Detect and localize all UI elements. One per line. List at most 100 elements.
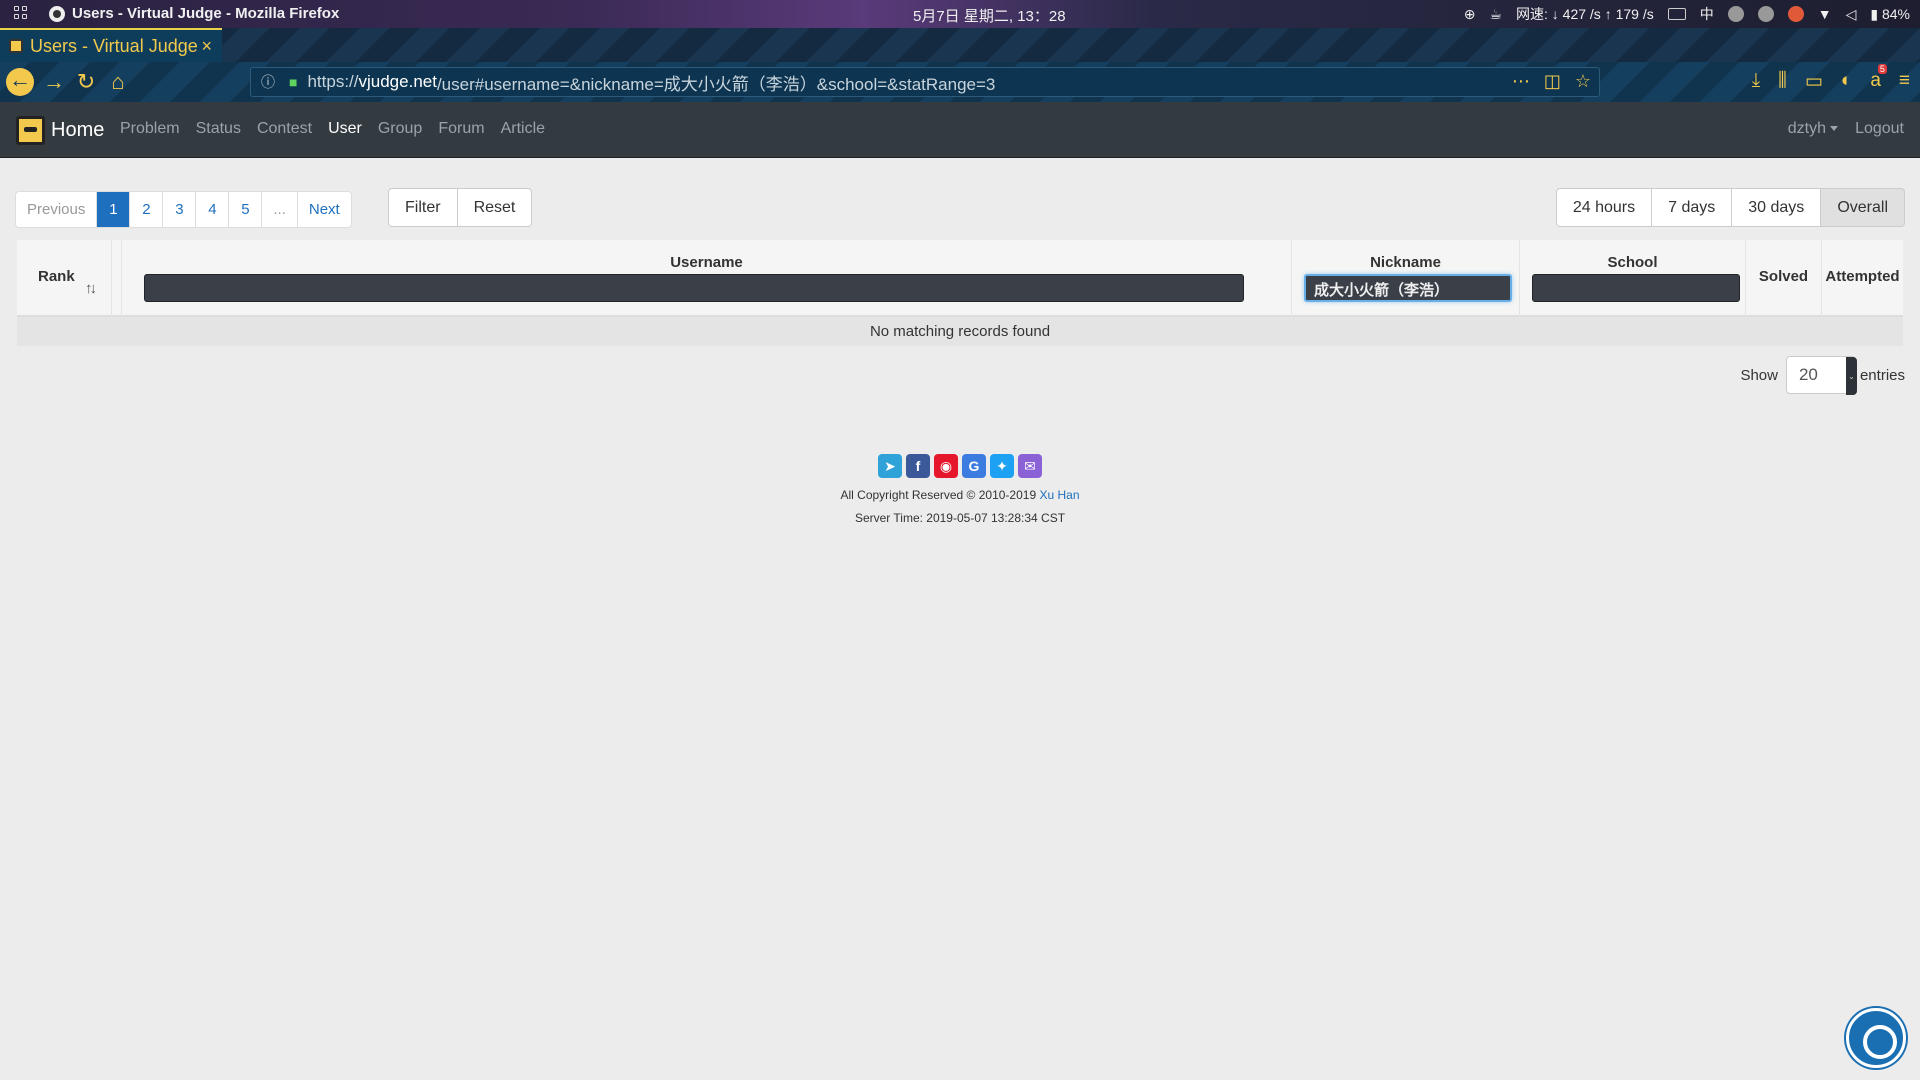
home-icon[interactable]: ⌂	[106, 70, 130, 94]
minimize-icon[interactable]	[1727, 6, 1744, 22]
username-filter-input[interactable]	[144, 274, 1244, 302]
page-1-button[interactable]: 1	[97, 192, 131, 227]
email-icon[interactable]: ✉	[1018, 454, 1042, 478]
url-bar[interactable]: ⓘ ■ https://vjudge.net/user#username=&ni…	[250, 67, 1600, 97]
sidebar-icon[interactable]: ▭	[1805, 70, 1823, 93]
menu-item-article[interactable]: Article	[501, 120, 545, 138]
page-size-value: 20	[1798, 365, 1818, 384]
tab-title: Users - Virtual Judge	[30, 35, 198, 56]
close-tab-icon[interactable]: ×	[201, 36, 212, 57]
vjudge-favicon-icon	[9, 39, 23, 53]
reload-icon[interactable]: ↻	[74, 70, 98, 94]
menu-icon[interactable]: ≡	[1899, 70, 1910, 93]
solved-column-header[interactable]: Solved	[1746, 240, 1822, 317]
school-filter-input[interactable]	[1532, 274, 1740, 302]
copyright: All Copyright Reserved © 2010-2019 Xu Ha…	[0, 488, 1920, 502]
copyright-text: All Copyright Reserved © 2010-2019	[840, 488, 1037, 502]
page-size-select[interactable]: 20 ⌄	[1785, 356, 1857, 395]
username-label: dztyh	[1787, 120, 1826, 137]
firefox-icon	[49, 6, 65, 22]
battery-status[interactable]: ▮ 84%	[1870, 6, 1910, 23]
sort-icon[interactable]: ↑↓	[85, 280, 97, 297]
author-link[interactable]: Xu Han	[1039, 488, 1079, 502]
select-arrow-icon: ⌄	[1845, 357, 1857, 395]
close-window-icon[interactable]	[1787, 6, 1804, 22]
extension-icon[interactable]: ◐	[1841, 70, 1852, 93]
bookmark-star-icon[interactable]: ☆	[1575, 71, 1591, 92]
net-speed: 网速: ↓ 427 /s ↑ 179 /s	[1516, 6, 1654, 22]
app-grid-icon[interactable]	[14, 6, 30, 22]
telegram-icon[interactable]: ➤	[878, 454, 902, 478]
support-chat-icon[interactable]	[1846, 1008, 1906, 1068]
weibo-icon[interactable]: ◉	[934, 454, 958, 478]
rank-header-label: Rank	[38, 268, 75, 285]
addon-icon[interactable]: a5	[1870, 64, 1887, 93]
browser-tab[interactable]: Users - Virtual Judge ×	[0, 28, 222, 62]
nickname-filter-input[interactable]: 成大小火箭（李浩）	[1304, 274, 1512, 302]
reset-button[interactable]: Reset	[457, 188, 533, 227]
volume-icon[interactable]: ◁	[1846, 6, 1857, 23]
menu-item-user[interactable]: User	[328, 120, 362, 138]
logout-link[interactable]: Logout	[1855, 120, 1904, 138]
table-header: Rank ↑↓ Username Nickname 成大小火箭（李浩） Scho…	[17, 240, 1903, 317]
caret-down-icon	[1830, 126, 1838, 132]
previous-page-button[interactable]: Previous	[16, 192, 98, 227]
column-spacer	[112, 240, 122, 317]
download-tray-icon[interactable]: ⊕	[1464, 6, 1476, 23]
google-icon[interactable]: G	[962, 454, 986, 478]
url-prefix: https://	[307, 72, 359, 91]
range-30-days-button[interactable]: 30 days	[1732, 188, 1822, 227]
stat-range-group: 24 hours 7 days 30 days Overall	[1555, 188, 1905, 227]
lock-icon[interactable]: ■	[289, 74, 297, 90]
menu-item-status[interactable]: Status	[196, 120, 241, 138]
menu-item-contest[interactable]: Contest	[257, 120, 312, 138]
school-column-header: School	[1520, 240, 1746, 317]
wifi-icon[interactable]: ▼	[1818, 6, 1832, 22]
filter-button[interactable]: Filter	[388, 188, 458, 227]
window-title: Users - Virtual Judge - Mozilla Firefox	[72, 5, 340, 22]
pocket-icon[interactable]: ◫	[1544, 71, 1561, 92]
empty-table-message: No matching records found	[17, 317, 1903, 346]
attempted-column-header[interactable]: Attempted	[1822, 240, 1903, 317]
solved-header-label: Solved	[1758, 268, 1809, 285]
twitter-icon[interactable]: ✦	[990, 454, 1014, 478]
coffee-tray-icon[interactable]: ☕	[1489, 6, 1502, 23]
rank-column-header[interactable]: Rank ↑↓	[17, 240, 112, 317]
forward-icon[interactable]: →	[42, 70, 66, 94]
system-clock[interactable]: 5月7日 星期二, 13：28	[913, 5, 1066, 26]
show-label: Show	[1740, 366, 1778, 384]
username-header-label: Username	[670, 254, 743, 271]
url-path: /user#username=&nickname=成大小火箭（李浩）&schoo…	[436, 74, 996, 94]
nav-toolbar: ← → ↻ ⌂ ⓘ ■ https://vjudge.net/user#user…	[0, 62, 1920, 102]
share-icons: ➤ f ◉ G ✦ ✉	[878, 454, 1042, 478]
downloads-icon[interactable]: ⤓	[1752, 70, 1760, 93]
back-icon[interactable]: ←	[6, 68, 34, 96]
server-time: Server Time: 2019-05-07 13:28:34 CST	[854, 511, 1066, 525]
page-2-button[interactable]: 2	[130, 192, 164, 227]
menu-item-forum[interactable]: Forum	[438, 120, 484, 138]
input-method[interactable]: 中	[1700, 4, 1714, 24]
attempted-header-label: Attempted	[1825, 268, 1900, 285]
facebook-icon[interactable]: f	[906, 454, 930, 478]
range-7-days-button[interactable]: 7 days	[1652, 188, 1733, 227]
main-menu: Problem Status Contest User Group Forum …	[120, 120, 545, 138]
page-ellipsis: ...	[262, 192, 298, 227]
page-5-button[interactable]: 5	[229, 192, 263, 227]
range-24-hours-button[interactable]: 24 hours	[1555, 188, 1653, 227]
brand-home-link[interactable]: Home	[16, 116, 104, 145]
site-info-icon[interactable]: ⓘ	[261, 72, 275, 92]
filter-actions: Filter Reset	[388, 188, 533, 227]
keyboard-icon[interactable]	[1667, 8, 1686, 20]
menu-item-problem[interactable]: Problem	[120, 120, 180, 138]
library-icon[interactable]: ⫼	[1778, 70, 1787, 93]
page-actions-icon[interactable]: ⋯	[1512, 71, 1530, 92]
brand-label: Home	[51, 119, 105, 141]
page-3-button[interactable]: 3	[163, 192, 197, 227]
page-4-button[interactable]: 4	[196, 192, 230, 227]
nickname-header-label: Nickname	[1370, 254, 1441, 271]
range-overall-button[interactable]: Overall	[1821, 188, 1905, 227]
next-page-button[interactable]: Next	[298, 192, 351, 227]
user-dropdown[interactable]: dztyh	[1788, 120, 1838, 138]
maximize-icon[interactable]	[1757, 6, 1774, 22]
menu-item-group[interactable]: Group	[378, 120, 422, 138]
